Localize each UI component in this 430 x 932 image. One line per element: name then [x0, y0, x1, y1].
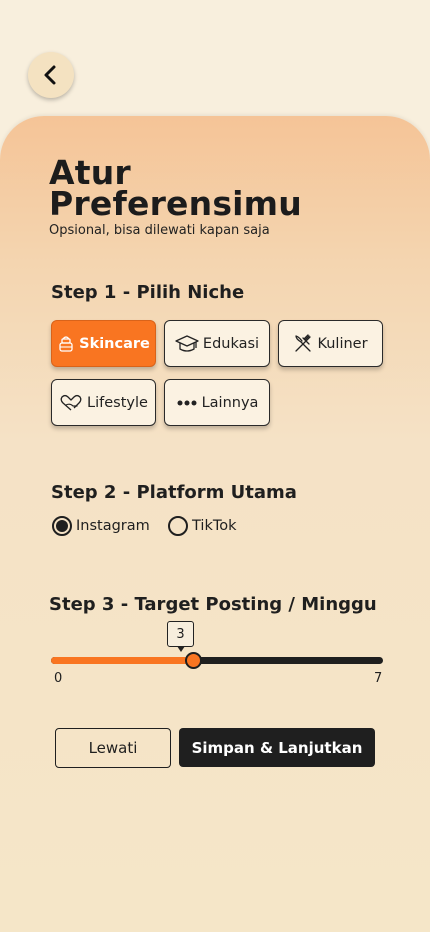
radio-label: Instagram — [76, 518, 150, 534]
niche-chip-label: Lainnya — [201, 394, 259, 411]
radio-unchecked-icon — [168, 516, 188, 536]
niche-chip-kuliner[interactable]: Kuliner — [278, 320, 383, 367]
more-dots-icon — [177, 400, 197, 405]
chevron-left-icon — [44, 65, 56, 85]
niche-chip-lifestyle[interactable]: Lifestyle — [51, 379, 156, 426]
graduation-cap-icon — [175, 334, 199, 352]
niche-chip-label: Kuliner — [317, 335, 368, 352]
niche-chip-label: Lifestyle — [87, 394, 148, 411]
page-title: Atur Preferensimu — [49, 153, 302, 223]
step2-title: Step 2 - Platform Utama — [51, 482, 297, 503]
back-button[interactable] — [28, 52, 74, 98]
niche-chip-label: Skincare — [79, 335, 150, 352]
platform-radio-instagram[interactable]: Instagram — [52, 516, 150, 536]
radio-label: TikTok — [192, 518, 237, 534]
slider-min-label: 0 — [54, 671, 63, 686]
step3-title: Step 3 - Target Posting / Minggu — [49, 594, 377, 615]
slider-thumb[interactable] — [184, 652, 202, 669]
save-continue-button[interactable]: Simpan & Lanjutkan — [179, 728, 375, 767]
utensils-icon — [295, 333, 312, 352]
slider-fill — [51, 657, 194, 664]
niche-chip-lainnya[interactable]: Lainnya — [164, 379, 270, 426]
niche-chip-skincare[interactable]: Skincare — [51, 320, 156, 367]
radio-checked-icon — [52, 516, 72, 536]
slider-value-tooltip: 3 — [167, 621, 194, 652]
niche-chip-label: Edukasi — [202, 335, 260, 352]
heart-hand-icon — [60, 394, 82, 410]
slider-max-label: 7 — [374, 671, 383, 686]
step1-title: Step 1 - Pilih Niche — [51, 282, 245, 303]
niche-chip-edukasi[interactable]: Edukasi — [164, 320, 270, 367]
page-subtitle: Opsional, bisa dilewati kapan saja — [49, 223, 270, 238]
skincare-jar-icon — [59, 335, 73, 352]
posting-target-slider[interactable] — [51, 652, 383, 669]
platform-radio-tiktok[interactable]: TikTok — [168, 516, 237, 536]
skip-button[interactable]: Lewati — [55, 728, 171, 768]
